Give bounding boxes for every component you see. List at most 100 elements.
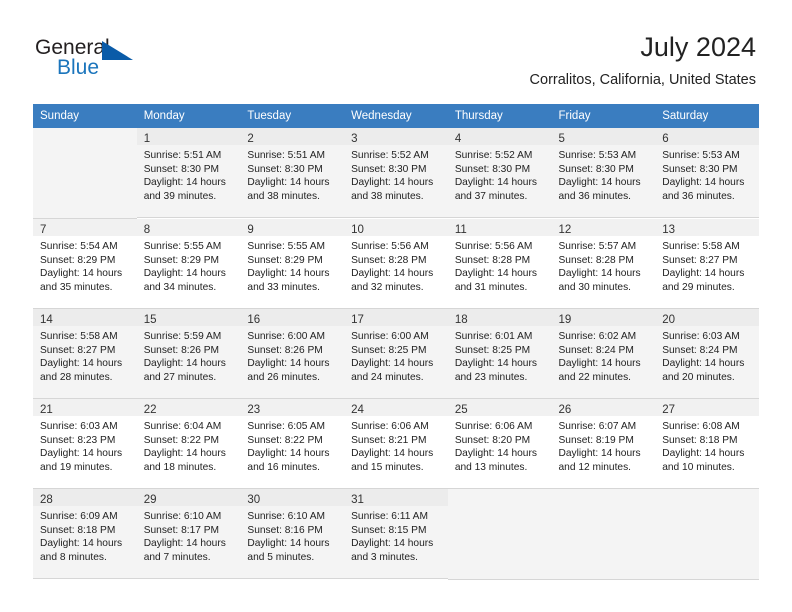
day-number: 19 [558, 314, 572, 326]
day-details: Sunrise: 6:06 AM Sunset: 8:21 PM Daylight:… [344, 416, 448, 474]
sunset-text: Sunset: 8:27 PM [40, 344, 116, 356]
day-number: 13 [662, 224, 676, 236]
daylight-text-line1: Daylight: 14 hours [143, 538, 226, 550]
sunset-text: Sunset: 8:30 PM [351, 163, 427, 175]
calendar-day-cell[interactable]: 31 Sunrise: 6:11 AM Sunset: 8:15 PM Dayligh… [344, 489, 448, 579]
calendar-cell-empty [655, 489, 759, 580]
day-details: Sunrise: 6:06 AM Sunset: 8:20 PM Daylight:… [448, 416, 552, 474]
day-details: Sunrise: 5:51 AM Sunset: 8:30 PM Daylight:… [240, 145, 344, 203]
sunset-text: Sunset: 8:19 PM [558, 434, 634, 446]
sunrise-text: Sunrise: 6:05 AM [247, 421, 325, 432]
daylight-text-line1: Daylight: 14 hours [454, 448, 537, 460]
sunset-text: Sunset: 8:25 PM [351, 344, 427, 356]
day-number: 24 [351, 404, 364, 416]
sunset-text: Sunset: 8:27 PM [662, 254, 738, 266]
daylight-text-line1: Daylight: 14 hours [454, 268, 537, 280]
calendar-day-cell[interactable]: 25 Sunrise: 6:06 AM Sunset: 8:20 PM Dayligh… [447, 399, 552, 489]
calendar-day-cell[interactable]: 19 Sunrise: 6:02 AM Sunset: 8:24 PM Dayligh… [551, 309, 656, 399]
calendar-day-cell[interactable]: 6 Sunrise: 5:53 AM Sunset: 8:30 PM Daylight… [655, 128, 759, 218]
calendar-day-cell[interactable]: 29 Sunrise: 6:10 AM Sunset: 8:17 PM Dayligh… [136, 489, 241, 579]
day-number-bar: 18 [447, 309, 552, 326]
daylight-text-line1: Daylight: 14 hours [40, 268, 123, 280]
calendar-day-cell[interactable]: 9 Sunrise: 5:55 AM Sunset: 8:29 PM Daylight… [240, 219, 345, 309]
daylight-text-line1: Daylight: 14 hours [143, 448, 226, 460]
daylight-text-line2: and 38 minutes. [247, 190, 320, 202]
day-number: 22 [143, 404, 157, 416]
sunset-text: Sunset: 8:22 PM [143, 434, 220, 446]
sunrise-text: Sunrise: 5:53 AM [558, 150, 637, 161]
day-number-bar: 4 [447, 128, 552, 145]
sunrise-text: Sunrise: 6:11 AM [351, 511, 428, 522]
day-details: Sunrise: 6:00 AM Sunset: 8:26 PM Daylight:… [240, 326, 344, 384]
calendar-day-cell[interactable]: 4 Sunrise: 5:52 AM Sunset: 8:30 PM Daylight… [447, 128, 552, 218]
calendar-day-cell[interactable]: 17 Sunrise: 6:00 AM Sunset: 8:25 PM Dayligh… [344, 309, 448, 399]
calendar-day-cell[interactable]: 30 Sunrise: 6:10 AM Sunset: 8:16 PM Dayligh… [240, 489, 345, 579]
sunset-text: Sunset: 8:22 PM [247, 434, 323, 446]
calendar-day-cell[interactable]: 16 Sunrise: 6:00 AM Sunset: 8:26 PM Dayligh… [240, 309, 345, 399]
day-number: 6 [662, 133, 669, 145]
sunrise-text: Sunrise: 5:56 AM [351, 241, 429, 252]
day-number-bar: 27 [655, 399, 759, 416]
sunrise-text: Sunrise: 6:08 AM [662, 421, 740, 432]
daylight-text-line2: and 18 minutes. [143, 461, 217, 473]
sunset-text: Sunset: 8:30 PM [454, 163, 531, 175]
daylight-text-line2: and 32 minutes. [351, 281, 424, 293]
sunset-text: Sunset: 8:18 PM [40, 524, 116, 536]
triangle-icon [102, 41, 133, 60]
day-details: Sunrise: 6:03 AM Sunset: 8:24 PM Daylight:… [655, 326, 759, 384]
sunset-text: Sunset: 8:20 PM [454, 434, 531, 446]
calendar-day-cell[interactable]: 20 Sunrise: 6:03 AM Sunset: 8:24 PM Dayligh… [655, 309, 759, 399]
daylight-text-line1: Daylight: 14 hours [558, 358, 641, 370]
day-number-bar: 30 [240, 489, 345, 506]
day-number-bar: 1 [136, 128, 241, 145]
daylight-text-line1: Daylight: 14 hours [40, 448, 123, 460]
daylight-text-line1: Daylight: 14 hours [40, 538, 123, 550]
sunrise-text: Sunrise: 5:51 AM [143, 150, 222, 161]
sunrise-text: Sunrise: 5:56 AM [454, 241, 533, 252]
calendar-day-cell[interactable]: 10 Sunrise: 5:56 AM Sunset: 8:28 PM Dayligh… [344, 219, 448, 309]
calendar-day-cell[interactable]: 8 Sunrise: 5:55 AM Sunset: 8:29 PM Daylight… [136, 219, 241, 309]
calendar-day-cell[interactable]: 13 Sunrise: 5:58 AM Sunset: 8:27 PM Dayligh… [655, 219, 759, 309]
day-number: 17 [351, 314, 364, 326]
calendar-day-cell[interactable]: 7 Sunrise: 5:54 AM Sunset: 8:29 PM Daylight… [33, 219, 137, 309]
calendar-day-cell[interactable]: 11 Sunrise: 5:56 AM Sunset: 8:28 PM Dayligh… [447, 219, 552, 309]
day-number: 28 [40, 494, 53, 506]
daylight-text-line2: and 24 minutes. [351, 371, 424, 383]
day-details: Sunrise: 6:10 AM Sunset: 8:16 PM Daylight:… [240, 506, 344, 564]
location-subtitle: Corralitos, California, United States [529, 72, 756, 88]
day-details: Sunrise: 5:55 AM Sunset: 8:29 PM Daylight:… [240, 236, 344, 294]
day-details: Sunrise: 5:55 AM Sunset: 8:29 PM Daylight:… [137, 236, 241, 294]
calendar-day-cell[interactable]: 23 Sunrise: 6:05 AM Sunset: 8:22 PM Dayligh… [240, 399, 345, 489]
daylight-text-line1: Daylight: 14 hours [662, 448, 745, 460]
daylight-text-line2: and 12 minutes. [558, 461, 632, 473]
calendar-day-cell[interactable]: 1 Sunrise: 5:51 AM Sunset: 8:30 PM Daylight… [136, 128, 241, 218]
calendar-day-cell[interactable]: 21 Sunrise: 6:03 AM Sunset: 8:23 PM Dayligh… [33, 399, 137, 489]
sunrise-text: Sunrise: 5:58 AM [662, 241, 740, 252]
sunrise-text: Sunrise: 5:55 AM [143, 241, 222, 252]
general-blue-logo[interactable]: General Blue [35, 36, 225, 84]
day-number-bar: 16 [240, 309, 345, 326]
calendar-day-cell[interactable]: 2 Sunrise: 5:51 AM Sunset: 8:30 PM Daylight… [240, 128, 345, 218]
calendar-week-row: 28 Sunrise: 6:09 AM Sunset: 8:18 PM Dayligh… [33, 489, 759, 580]
calendar-day-cell[interactable]: 22 Sunrise: 6:04 AM Sunset: 8:22 PM Dayligh… [136, 399, 241, 489]
day-number-bar: 9 [240, 219, 345, 236]
calendar-day-cell[interactable]: 12 Sunrise: 5:57 AM Sunset: 8:28 PM Dayligh… [551, 219, 656, 309]
calendar-day-cell[interactable]: 28 Sunrise: 6:09 AM Sunset: 8:18 PM Dayligh… [33, 489, 137, 579]
day-details: Sunrise: 5:56 AM Sunset: 8:28 PM Daylight:… [448, 236, 552, 294]
day-details: Sunrise: 6:00 AM Sunset: 8:25 PM Daylight:… [344, 326, 448, 384]
calendar-day-cell[interactable]: 27 Sunrise: 6:08 AM Sunset: 8:18 PM Dayligh… [655, 399, 759, 489]
calendar-day-cell[interactable]: 3 Sunrise: 5:52 AM Sunset: 8:30 PM Daylight… [344, 128, 448, 218]
daylight-text-line1: Daylight: 14 hours [247, 538, 330, 550]
calendar-day-cell[interactable]: 5 Sunrise: 5:53 AM Sunset: 8:30 PM Daylight… [551, 128, 656, 218]
calendar-day-cell[interactable]: 18 Sunrise: 6:01 AM Sunset: 8:25 PM Dayligh… [447, 309, 552, 399]
day-details: Sunrise: 5:53 AM Sunset: 8:30 PM Daylight:… [552, 145, 656, 203]
sunset-text: Sunset: 8:30 PM [558, 163, 634, 175]
calendar-day-cell[interactable]: 15 Sunrise: 5:59 AM Sunset: 8:26 PM Dayligh… [136, 309, 241, 399]
calendar-day-cell[interactable]: 26 Sunrise: 6:07 AM Sunset: 8:19 PM Dayligh… [551, 399, 656, 489]
day-number-bar: 13 [655, 219, 759, 236]
day-number: 16 [247, 314, 261, 326]
calendar-day-cell[interactable]: 24 Sunrise: 6:06 AM Sunset: 8:21 PM Dayligh… [344, 399, 448, 489]
calendar-day-cell[interactable]: 14 Sunrise: 5:58 AM Sunset: 8:27 PM Dayligh… [33, 309, 137, 399]
calendar-cell-empty [33, 128, 137, 219]
sunset-text: Sunset: 8:21 PM [351, 434, 427, 446]
